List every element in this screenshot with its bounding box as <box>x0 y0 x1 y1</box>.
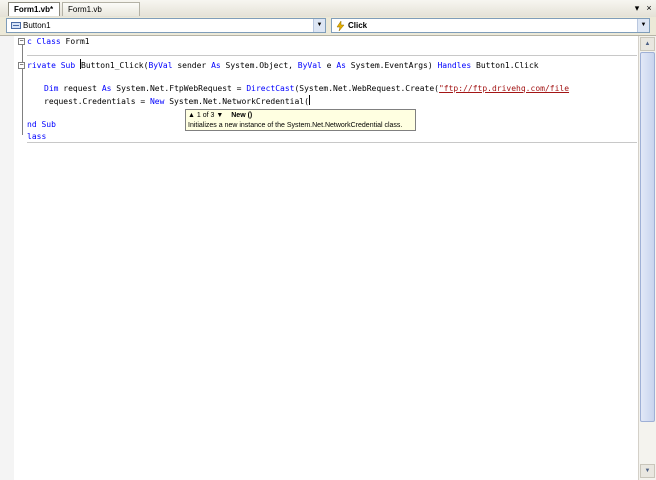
code-editor[interactable]: − − c Class Form1 rivate Sub Button1_Cli… <box>0 36 638 480</box>
class-name-combo[interactable]: Button1 ▼ <box>6 18 326 33</box>
navigation-bar: Button1 ▼ Click ▼ <box>0 17 656 36</box>
method-name-value: Click <box>348 21 368 30</box>
close-document-icon[interactable]: × <box>644 2 654 14</box>
scroll-thumb[interactable] <box>640 52 655 422</box>
method-signature: New () <box>231 112 253 119</box>
parameter-info-tooltip: ▲ 1 of 3 ▼ New () Initializes a new inst… <box>185 109 416 131</box>
overload-counter: 1 of 3 <box>196 112 215 119</box>
code-line-sub: rivate Sub Button1_Click(ByVal sender As… <box>27 59 539 70</box>
class-name-value: Button1 <box>23 21 51 30</box>
tab-form1-code[interactable]: Form1.vb* <box>8 2 60 16</box>
method-description: Initializes a new instance of the System… <box>188 122 403 129</box>
lightning-event-icon <box>336 20 345 33</box>
code-line-end-sub: nd Sub <box>27 120 56 129</box>
text-caret <box>308 95 310 105</box>
code-line-dim-request: Dim request As System.Net.FtpWebRequest … <box>44 84 570 93</box>
overload-up-icon[interactable]: ▲ <box>188 112 195 119</box>
code-line-end-class: lass <box>27 132 47 141</box>
document-tab-strip: Form1.vb* Form1.vb [Design]* ▾ × <box>0 0 656 27</box>
chevron-down-icon[interactable]: ▼ <box>637 19 649 32</box>
ftp-url-link[interactable]: "ftp://ftp.drivehq.com/file <box>439 84 569 93</box>
tab-form1-design[interactable]: Form1.vb [Design]* <box>62 2 140 27</box>
procedure-separator <box>27 142 637 143</box>
chevron-down-icon[interactable]: ▼ <box>313 19 325 32</box>
procedure-separator <box>27 55 637 56</box>
tab-list-dropdown-icon[interactable]: ▾ <box>632 2 642 14</box>
code-line-credentials: request.Credentials = New System.Net.Net… <box>44 95 310 106</box>
scroll-down-icon[interactable]: ▼ <box>640 464 655 478</box>
collapse-sub-icon[interactable]: − <box>18 62 25 69</box>
overload-down-icon[interactable]: ▼ <box>216 112 223 119</box>
indicator-margin <box>0 36 14 480</box>
scroll-up-icon[interactable]: ▲ <box>640 37 655 51</box>
button-control-icon <box>11 21 21 32</box>
method-name-combo[interactable]: Click ▼ <box>331 18 650 33</box>
vertical-scrollbar[interactable]: ▲ ▼ <box>638 36 656 480</box>
outline-line <box>22 45 23 135</box>
code-line-class: c Class Form1 <box>27 37 90 46</box>
collapse-class-icon[interactable]: − <box>18 38 25 45</box>
